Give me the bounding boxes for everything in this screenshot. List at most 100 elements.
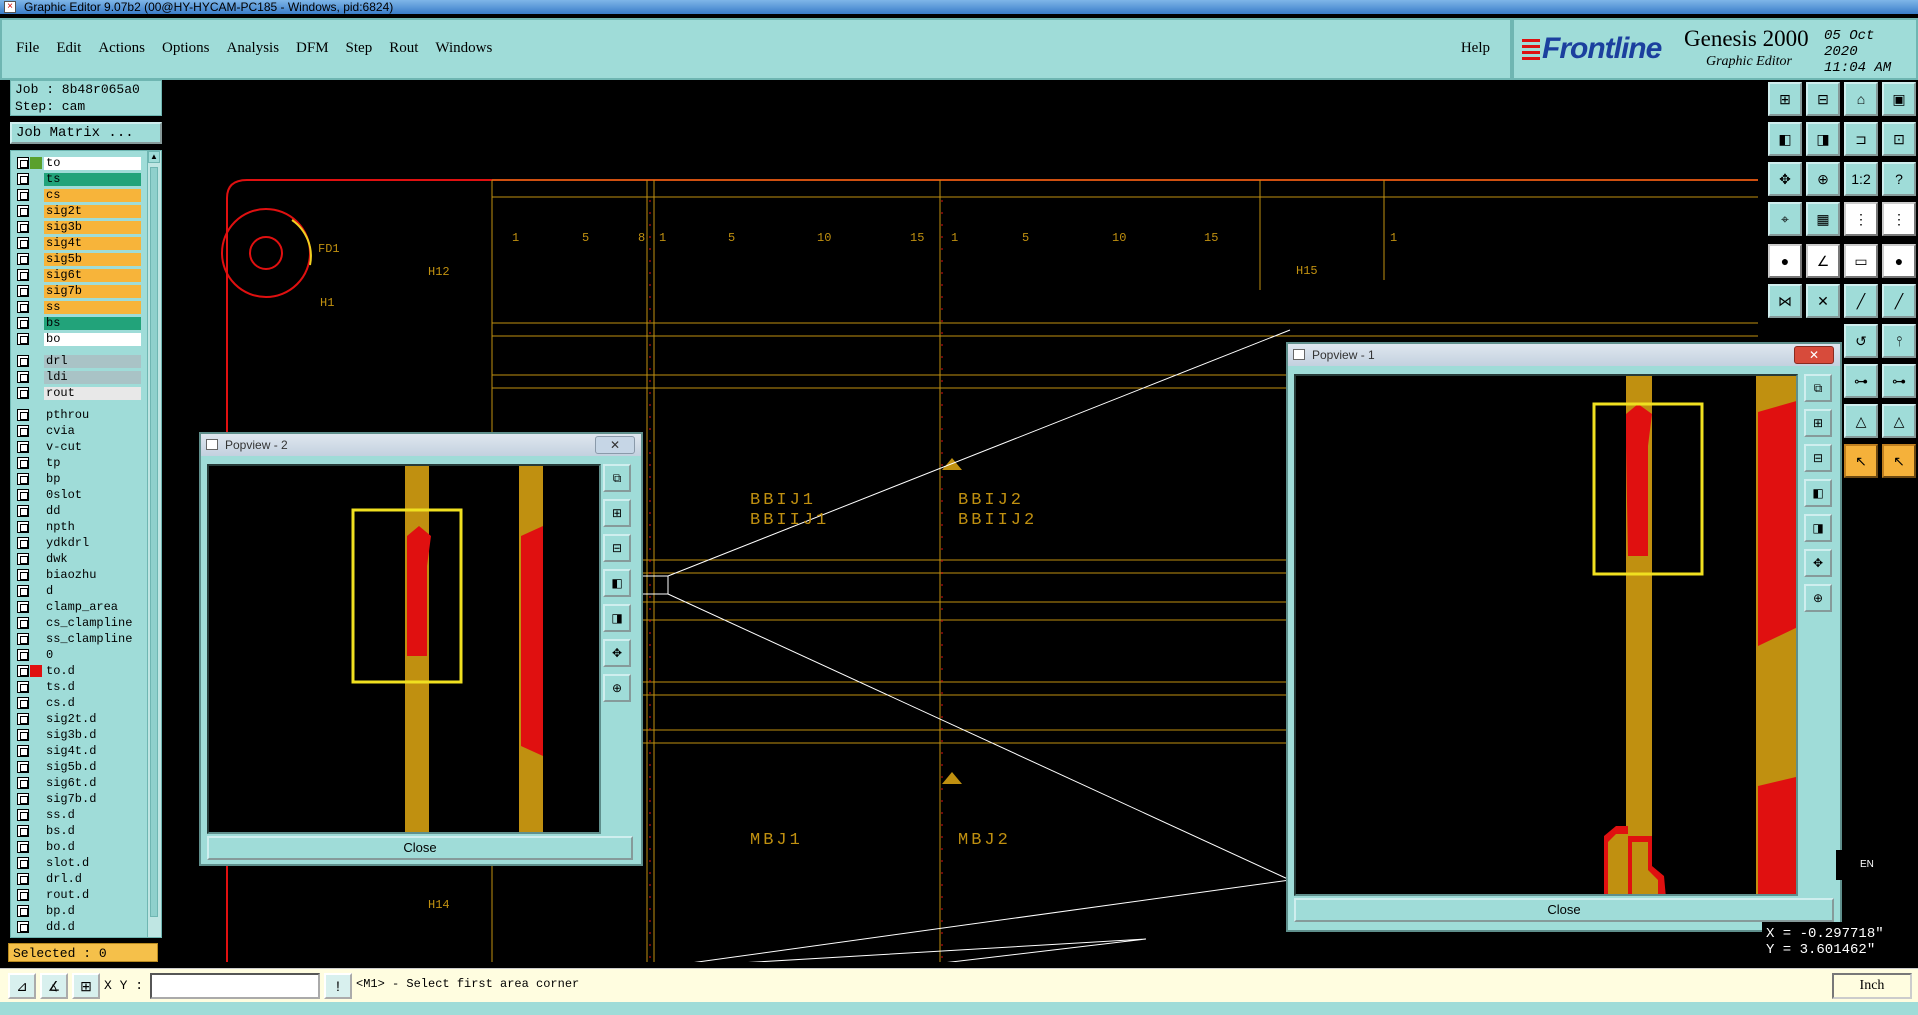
layer-checkbox[interactable] <box>17 473 29 485</box>
layer-row[interactable]: drl <box>17 353 141 369</box>
popview-1-titlebar[interactable]: Popview - 1 ✕ <box>1288 344 1840 366</box>
layer-checkbox[interactable] <box>17 665 29 677</box>
layer-color-swatch[interactable] <box>30 371 42 383</box>
layer-checkbox[interactable] <box>17 205 29 217</box>
layer-color-swatch[interactable] <box>30 489 42 501</box>
layer-color-swatch[interactable] <box>30 633 42 645</box>
layer-row[interactable]: bo <box>17 331 141 347</box>
popview-2-view[interactable] <box>207 464 601 834</box>
layer-name[interactable]: rout <box>44 386 141 400</box>
net-tool-icon[interactable]: ⋮ <box>1844 202 1878 236</box>
layer-checkbox[interactable] <box>17 761 29 773</box>
layer-color-swatch[interactable] <box>30 697 42 709</box>
layer-checkbox[interactable] <box>17 301 29 313</box>
layer-name[interactable]: bs <box>44 316 141 330</box>
popview-2-titlebar[interactable]: Popview - 2 ✕ <box>201 434 641 456</box>
menu-step[interactable]: Step <box>346 40 373 57</box>
layer-color-swatch[interactable] <box>30 825 42 837</box>
layer-row[interactable]: sig7b.d <box>17 791 141 807</box>
layer-color-swatch[interactable] <box>30 355 42 367</box>
zoom-out-icon[interactable]: ⊟ <box>603 534 631 562</box>
layer-row[interactable]: dd <box>17 503 141 519</box>
layer-name[interactable]: v-cut <box>44 440 141 454</box>
layer-name[interactable]: ts <box>44 172 141 186</box>
layer-color-swatch[interactable] <box>30 387 42 399</box>
layer-name[interactable]: sig4t <box>44 236 141 250</box>
layer-color-swatch[interactable] <box>30 537 42 549</box>
popview-1-close-button[interactable]: Close <box>1294 898 1834 922</box>
layer-name[interactable]: ydkdrl <box>44 536 141 550</box>
layer-checkbox[interactable] <box>17 905 29 917</box>
xy-input[interactable] <box>150 973 320 999</box>
layer-checkbox[interactable] <box>17 189 29 201</box>
fit-icon[interactable]: ✥ <box>1804 549 1832 577</box>
menu-help[interactable]: Help <box>1461 40 1490 57</box>
layer-row[interactable]: bp.d <box>17 903 141 919</box>
line2-tool-icon[interactable]: ╱ <box>1882 284 1916 318</box>
layer-name[interactable]: rout.d <box>44 888 141 902</box>
layer-color-swatch[interactable] <box>30 221 42 233</box>
menu-file[interactable]: File <box>16 40 39 57</box>
layer-name[interactable]: 0slot <box>44 488 141 502</box>
layer-name[interactable]: 0 <box>44 648 141 662</box>
layer-row[interactable]: 0 <box>17 647 141 663</box>
layer-name[interactable]: ldi <box>44 370 141 384</box>
home-tool-icon[interactable]: ⌂ <box>1844 82 1878 116</box>
pan-right-icon[interactable]: ◨ <box>603 604 631 632</box>
layer-row[interactable]: rout.d <box>17 887 141 903</box>
center-icon[interactable]: ⊕ <box>1804 584 1832 612</box>
pad-tool-icon[interactable]: ● <box>1768 244 1802 278</box>
layer-row[interactable]: pthrou <box>17 407 141 423</box>
layer-row[interactable]: d <box>17 583 141 599</box>
snap-tool-icon[interactable]: ⌖ <box>1768 202 1802 236</box>
layer-row[interactable]: cs <box>17 187 141 203</box>
layer-row[interactable]: 0slot <box>17 487 141 503</box>
select2-tool-icon[interactable]: ↖ <box>1882 444 1916 478</box>
layer-name[interactable]: npth <box>44 520 141 534</box>
layer-row[interactable]: sig5b <box>17 251 141 267</box>
layer-name[interactable]: slot.d <box>44 856 141 870</box>
layer-row[interactable]: sig7b <box>17 283 141 299</box>
menu-edit[interactable]: Edit <box>56 40 81 57</box>
layer-checkbox[interactable] <box>17 809 29 821</box>
layer-name[interactable]: bo <box>44 332 141 346</box>
cross-tool-icon[interactable]: ✕ <box>1806 284 1840 318</box>
fit-tool-icon[interactable]: ✥ <box>1768 162 1802 196</box>
layer-color-swatch[interactable] <box>30 173 42 185</box>
layer-color-swatch[interactable] <box>30 601 42 613</box>
layer-name[interactable]: drl.d <box>44 872 141 886</box>
layer-row[interactable]: cs_clampline <box>17 615 141 631</box>
layer-row[interactable]: ldi <box>17 369 141 385</box>
alert-icon[interactable]: ! <box>324 973 352 999</box>
layer-color-swatch[interactable] <box>30 269 42 281</box>
layer-checkbox[interactable] <box>17 221 29 233</box>
layer-row[interactable]: bo.d <box>17 839 141 855</box>
layer-checkbox[interactable] <box>17 777 29 789</box>
grid-mode-icon[interactable]: ⊞ <box>72 973 100 999</box>
layer-name[interactable]: dd.d <box>44 920 141 934</box>
layer-name[interactable]: sig5b.d <box>44 760 141 774</box>
layer-name[interactable]: sig2t.d <box>44 712 141 726</box>
layer-name[interactable]: bs.d <box>44 824 141 838</box>
ruler-tool-icon[interactable]: ▭ <box>1844 244 1878 278</box>
layer-color-swatch[interactable] <box>30 317 42 329</box>
layer-color-swatch[interactable] <box>30 777 42 789</box>
layer-row[interactable]: npth <box>17 519 141 535</box>
layer-color-swatch[interactable] <box>30 713 42 725</box>
layer-color-swatch[interactable] <box>30 857 42 869</box>
layer-checkbox[interactable] <box>17 793 29 805</box>
layer-checkbox[interactable] <box>17 355 29 367</box>
zoom-in-icon[interactable]: ⊞ <box>603 499 631 527</box>
snap-mode-icon[interactable]: ⊿ <box>8 973 36 999</box>
layer-checkbox[interactable] <box>17 873 29 885</box>
layer-name[interactable]: sig6t.d <box>44 776 141 790</box>
menu-analysis[interactable]: Analysis <box>227 40 280 57</box>
scroll-thumb[interactable] <box>150 167 158 917</box>
layer-checkbox[interactable] <box>17 921 29 933</box>
layer-checkbox[interactable] <box>17 157 29 169</box>
net2-tool-icon[interactable]: ⋮ <box>1882 202 1916 236</box>
layer-row[interactable]: clamp_area <box>17 599 141 615</box>
layer-color-swatch[interactable] <box>30 729 42 741</box>
menu-actions[interactable]: Actions <box>98 40 145 57</box>
layer-row[interactable]: cs.d <box>17 695 141 711</box>
